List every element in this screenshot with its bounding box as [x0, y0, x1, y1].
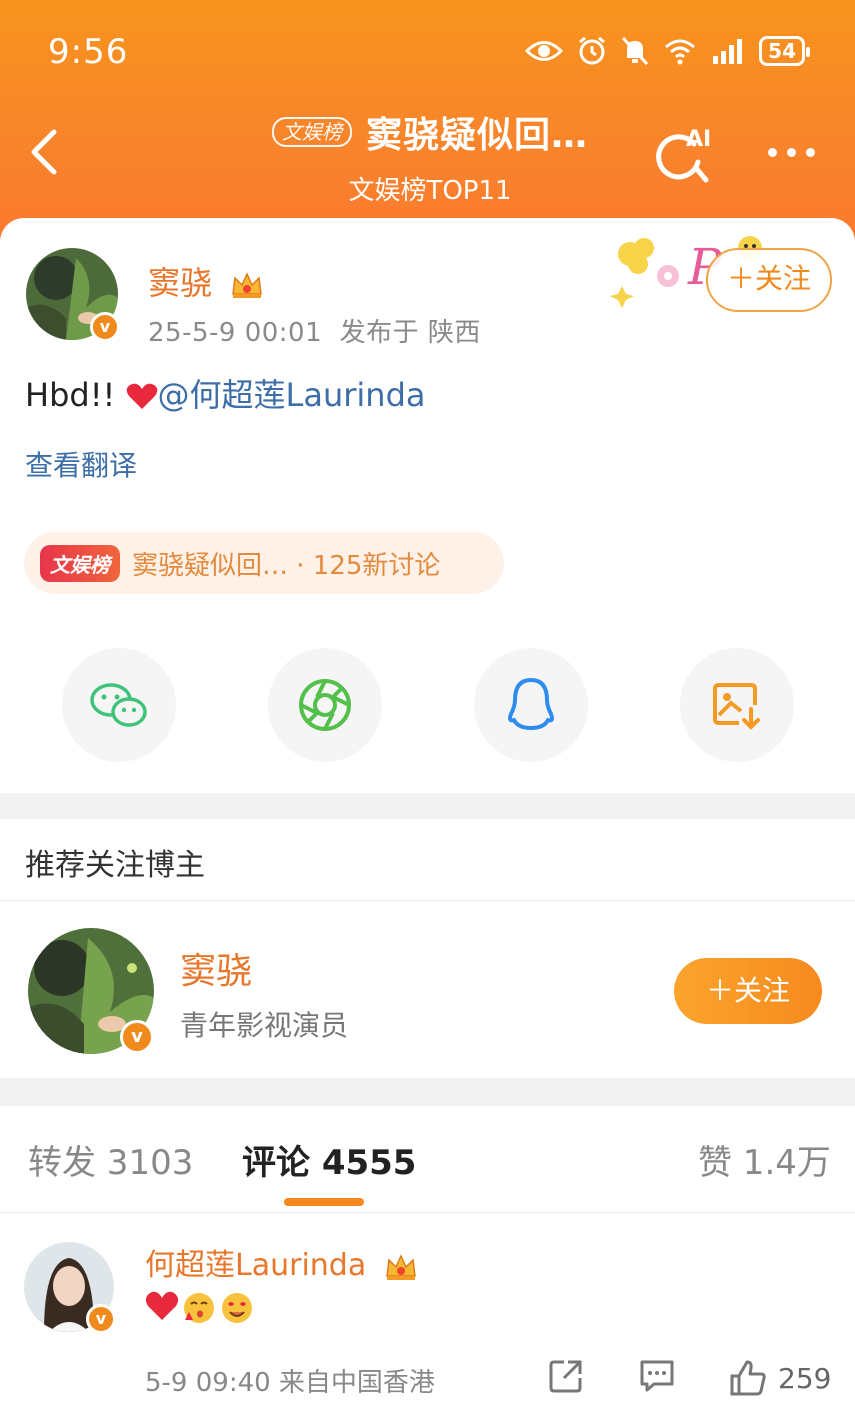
- crown-icon: [232, 272, 263, 298]
- recommend-follow-button[interactable]: ＋关注: [674, 958, 822, 1024]
- active-tab-indicator: [284, 1198, 364, 1206]
- ai-search-button[interactable]: AI: [650, 118, 720, 188]
- status-icons: 54: [525, 36, 810, 66]
- chevron-left-icon: [31, 129, 57, 175]
- signal-icon: [713, 39, 743, 64]
- verified-badge: v: [120, 1020, 154, 1054]
- interaction-tabs: 转发 3103 评论 4555 赞 1.4万: [0, 1135, 855, 1195]
- recommend-title: 推荐关注博主: [25, 848, 205, 883]
- nav-title-group[interactable]: 文娱榜 窦骁疑似回… 文娱榜TOP11: [240, 106, 620, 207]
- eye-icon: [525, 41, 564, 61]
- author-name-text: 窦骁: [148, 264, 213, 302]
- dot-icon: [806, 147, 815, 157]
- post-date: 25-5-9 00:01: [148, 318, 323, 348]
- post-meta: 25-5-9 00:01 发布于 陕西: [148, 312, 481, 349]
- recommend-description: 青年影视演员: [180, 1009, 349, 1042]
- heart-emoji-icon: [145, 1291, 179, 1320]
- comment-share-button[interactable]: [548, 1358, 584, 1398]
- recommend-avatar[interactable]: v: [28, 928, 154, 1054]
- tab-repost[interactable]: 转发 3103: [28, 1135, 193, 1184]
- post-text: Hbd!!: [25, 376, 126, 414]
- back-button[interactable]: [26, 122, 66, 182]
- topic-pill[interactable]: 文娱榜 窦骁疑似回… · 125新讨论: [24, 532, 504, 594]
- section-separator: [0, 793, 855, 819]
- divider: [0, 900, 855, 901]
- save-image-button[interactable]: [680, 648, 794, 762]
- status-bar: 9:56 54: [0, 30, 855, 78]
- translate-link[interactable]: 查看翻译: [25, 444, 137, 484]
- post-location: 发布于 陕西: [339, 318, 481, 348]
- comment-bubble-icon: [640, 1360, 674, 1392]
- page-subtitle: 文娱榜TOP11: [348, 176, 512, 206]
- page-title: 窦骁疑似回…: [365, 115, 588, 156]
- ai-label: AI: [686, 127, 711, 152]
- moments-icon: [299, 679, 351, 731]
- status-time: 9:56: [48, 32, 129, 72]
- post-body: Hbd!! @何超莲Laurinda: [25, 370, 426, 416]
- dot-icon: [768, 147, 777, 157]
- navbar: 文娱榜 窦骁疑似回… 文娱榜TOP11 AI: [0, 100, 855, 210]
- wechat-icon: [90, 683, 147, 727]
- save-image-icon: [713, 683, 760, 730]
- mute-icon: [622, 36, 649, 66]
- battery-indicator: 54: [759, 36, 810, 66]
- follow-button[interactable]: ＋关注: [706, 248, 832, 312]
- verified-badge: v: [90, 312, 120, 342]
- comment-content: [145, 1290, 255, 1326]
- comment-like-count: 259: [778, 1362, 832, 1395]
- verified-badge: v: [86, 1304, 116, 1334]
- mention-link[interactable]: @何超莲Laurinda: [158, 376, 426, 414]
- post-card: v P 窦骁 25-5-9 00:01 发布于 陕西 ＋关注 Hbd!! @何超…: [0, 218, 855, 793]
- topic-badge: 文娱榜: [40, 544, 120, 582]
- tab-comments[interactable]: 评论 4555: [242, 1135, 416, 1184]
- comment-meta: 5-9 09:40 来自中国香港: [145, 1368, 435, 1398]
- comment-like-button[interactable]: [728, 1358, 768, 1402]
- divider: [0, 1212, 855, 1213]
- share-qq-button[interactable]: [474, 648, 588, 762]
- author-avatar[interactable]: v: [26, 248, 120, 342]
- share-moments-button[interactable]: [268, 648, 382, 762]
- dot-icon: [787, 147, 796, 157]
- commenter-name[interactable]: 何超莲Laurinda: [145, 1240, 418, 1284]
- tab-likes[interactable]: 赞 1.4万: [698, 1135, 831, 1184]
- crown-icon: [385, 1253, 416, 1280]
- topic-text: 窦骁疑似回… · 125新讨论: [132, 550, 441, 581]
- qq-icon: [508, 678, 554, 730]
- commenter-name-text: 何超莲Laurinda: [145, 1248, 367, 1283]
- share-row: [0, 648, 855, 764]
- author-name[interactable]: 窦骁: [148, 258, 264, 304]
- kiss-emoji-icon: [184, 1293, 214, 1323]
- wifi-icon: [665, 39, 696, 65]
- commenter-avatar[interactable]: v: [24, 1242, 116, 1334]
- section-separator: [0, 1078, 855, 1106]
- thumbs-up-icon: [730, 1360, 766, 1396]
- love-face-emoji-icon: [222, 1293, 252, 1323]
- recommend-name[interactable]: 窦骁: [180, 942, 252, 994]
- ai-search-icon: AI: [656, 127, 711, 183]
- comment-reply-button[interactable]: [638, 1358, 676, 1398]
- alarm-icon: [579, 36, 606, 65]
- share-wechat-button[interactable]: [62, 648, 176, 762]
- more-options-button[interactable]: [768, 132, 828, 172]
- heart-emoji-icon: [126, 383, 157, 409]
- topic-list-badge: 文娱榜: [271, 117, 352, 147]
- share-arrow-icon: [549, 1360, 582, 1393]
